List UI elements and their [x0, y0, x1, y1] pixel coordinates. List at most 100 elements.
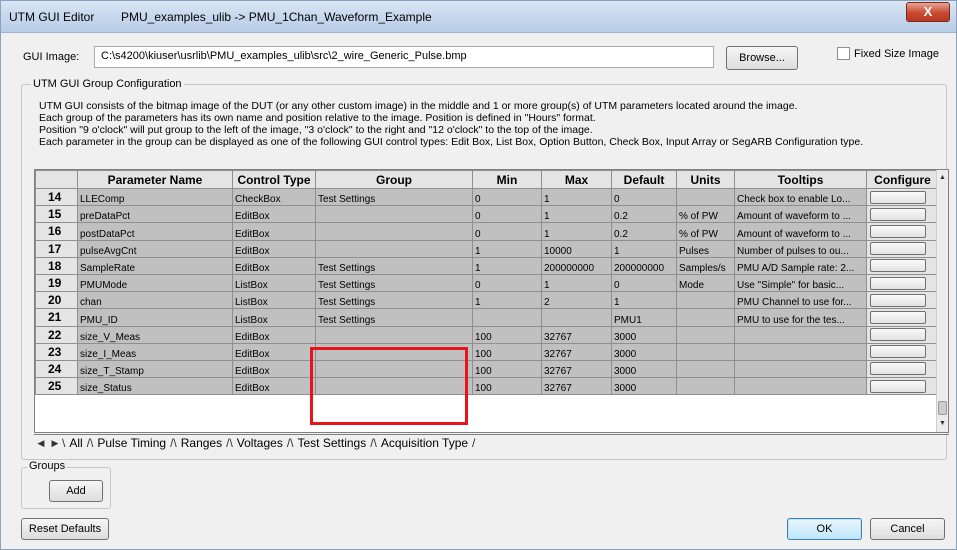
tooltip-cell[interactable]: PMU to use for the tes...	[734, 308, 867, 327]
tooltip-cell[interactable]: Amount of waveform to ...	[734, 222, 867, 241]
min-cell[interactable]: 100	[472, 342, 542, 361]
parameter-name-cell[interactable]: LLEComp	[77, 187, 233, 207]
max-cell[interactable]: 32767	[541, 377, 612, 396]
fixed-size-image-checkbox[interactable]	[837, 47, 850, 60]
group-cell[interactable]: Test Settings	[315, 187, 473, 207]
table-row[interactable]: 16 postDataPct EditBox 0 1 0.2% of PW Amount o…	[35, 222, 939, 241]
min-cell[interactable]: 0	[472, 205, 542, 224]
min-cell[interactable]: 0	[472, 187, 542, 207]
table-row[interactable]: 19 PMUMode ListBox Test Settings 0 1 0 Mode Use …	[35, 273, 939, 293]
configure-button[interactable]	[870, 345, 926, 359]
default-cell[interactable]: 0	[611, 273, 677, 293]
tooltip-cell[interactable]: PMU Channel to use for...	[734, 291, 867, 310]
default-cell[interactable]: 0	[611, 187, 677, 207]
tooltip-cell[interactable]	[734, 359, 867, 379]
control-type-cell[interactable]: ListBox	[232, 308, 316, 327]
parameter-name-cell[interactable]: preDataPct	[77, 205, 233, 224]
configure-button[interactable]	[870, 362, 926, 376]
default-cell[interactable]: 3000	[611, 325, 677, 344]
column-header-max[interactable]: Max	[541, 170, 612, 189]
max-cell[interactable]: 32767	[541, 325, 612, 344]
default-cell[interactable]: 1	[611, 239, 677, 258]
default-cell[interactable]: 3000	[611, 342, 677, 361]
group-cell[interactable]	[315, 239, 473, 258]
parameter-name-cell[interactable]: PMUMode	[77, 273, 233, 293]
group-cell[interactable]	[315, 222, 473, 241]
column-header-min[interactable]: Min	[472, 170, 542, 189]
units-cell[interactable]: Samples/s	[676, 256, 735, 275]
min-cell[interactable]: 0	[472, 222, 542, 241]
tooltip-cell[interactable]: Amount of waveform to ...	[734, 205, 867, 224]
table-row[interactable]: 14 LLEComp CheckBox Test Settings 0 1 0 Check b…	[35, 187, 939, 207]
tab-voltages[interactable]: Voltages	[233, 436, 287, 450]
parameter-name-cell[interactable]: pulseAvgCnt	[77, 239, 233, 258]
configure-button[interactable]	[870, 293, 926, 307]
default-cell[interactable]: 3000	[611, 377, 677, 396]
max-cell[interactable]: 1	[541, 205, 612, 224]
table-row[interactable]: 23 size_I_Meas EditBox 100 32767 3000	[35, 342, 939, 361]
max-cell[interactable]: 200000000	[541, 256, 612, 275]
configure-button[interactable]	[870, 310, 926, 324]
configure-button[interactable]	[870, 276, 926, 290]
tooltip-cell[interactable]	[734, 377, 867, 396]
control-type-cell[interactable]: EditBox	[232, 359, 316, 379]
configure-button[interactable]	[870, 259, 926, 273]
min-cell[interactable]	[472, 308, 542, 327]
control-type-cell[interactable]: EditBox	[232, 325, 316, 344]
configure-button[interactable]	[870, 379, 926, 393]
tooltip-cell[interactable]: Check box to enable Lo...	[734, 187, 867, 207]
control-type-cell[interactable]: ListBox	[232, 273, 316, 293]
units-cell[interactable]	[676, 308, 735, 327]
max-cell[interactable]: 32767	[541, 359, 612, 379]
table-row[interactable]: 21 PMU_ID ListBox Test Settings PMU1 PMU to u…	[35, 308, 939, 327]
parameter-name-cell[interactable]: SampleRate	[77, 256, 233, 275]
browse-button[interactable]: Browse...	[726, 46, 798, 70]
configure-button[interactable]	[870, 242, 926, 256]
default-cell[interactable]: 0.2	[611, 222, 677, 241]
group-cell[interactable]: Test Settings	[315, 308, 473, 327]
group-cell[interactable]: Test Settings	[315, 273, 473, 293]
units-cell[interactable]	[676, 291, 735, 310]
default-cell[interactable]: PMU1	[611, 308, 677, 327]
tab-scroll-right-icon[interactable]: ▶	[48, 438, 62, 449]
group-cell[interactable]: Test Settings	[315, 256, 473, 275]
units-cell[interactable]	[676, 359, 735, 379]
control-type-cell[interactable]: CheckBox	[232, 187, 316, 207]
group-cell[interactable]	[315, 205, 473, 224]
tooltip-cell[interactable]	[734, 342, 867, 361]
column-header-tooltips[interactable]: Tooltips	[734, 170, 867, 189]
ok-button[interactable]: OK	[787, 518, 862, 540]
column-header-parameter-name[interactable]: Parameter Name	[77, 170, 233, 189]
units-cell[interactable]	[676, 325, 735, 344]
scroll-down-icon[interactable]: ▼	[937, 418, 948, 430]
max-cell[interactable]	[541, 308, 612, 327]
min-cell[interactable]: 100	[472, 325, 542, 344]
control-type-cell[interactable]: EditBox	[232, 377, 316, 396]
default-cell[interactable]: 200000000	[611, 256, 677, 275]
control-type-cell[interactable]: EditBox	[232, 205, 316, 224]
max-cell[interactable]: 1	[541, 187, 612, 207]
parameter-name-cell[interactable]: PMU_ID	[77, 308, 233, 327]
min-cell[interactable]: 1	[472, 291, 542, 310]
parameter-name-cell[interactable]: size_I_Meas	[77, 342, 233, 361]
units-cell[interactable]	[676, 342, 735, 361]
configure-button[interactable]	[870, 190, 926, 204]
table-row[interactable]: 17 pulseAvgCnt EditBox 1 10000 1 Pulses Number …	[35, 239, 939, 258]
column-header-default[interactable]: Default	[611, 170, 677, 189]
tab-all[interactable]: All	[65, 436, 86, 450]
cancel-button[interactable]: Cancel	[870, 518, 945, 540]
units-cell[interactable]: Pulses	[676, 239, 735, 258]
configure-button[interactable]	[870, 224, 926, 238]
parameter-name-cell[interactable]: size_V_Meas	[77, 325, 233, 344]
max-cell[interactable]: 32767	[541, 342, 612, 361]
tooltip-cell[interactable]	[734, 325, 867, 344]
control-type-cell[interactable]: EditBox	[232, 239, 316, 258]
min-cell[interactable]: 100	[472, 359, 542, 379]
configure-button[interactable]	[870, 328, 926, 342]
tab-acquisition-type[interactable]: Acquisition Type	[377, 436, 472, 450]
max-cell[interactable]: 2	[541, 291, 612, 310]
tab-ranges[interactable]: Ranges	[177, 436, 226, 450]
table-row[interactable]: 15 preDataPct EditBox 0 1 0.2% of PW Amount of…	[35, 205, 939, 224]
max-cell[interactable]: 1	[541, 273, 612, 293]
reset-defaults-button[interactable]: Reset Defaults	[21, 518, 109, 540]
